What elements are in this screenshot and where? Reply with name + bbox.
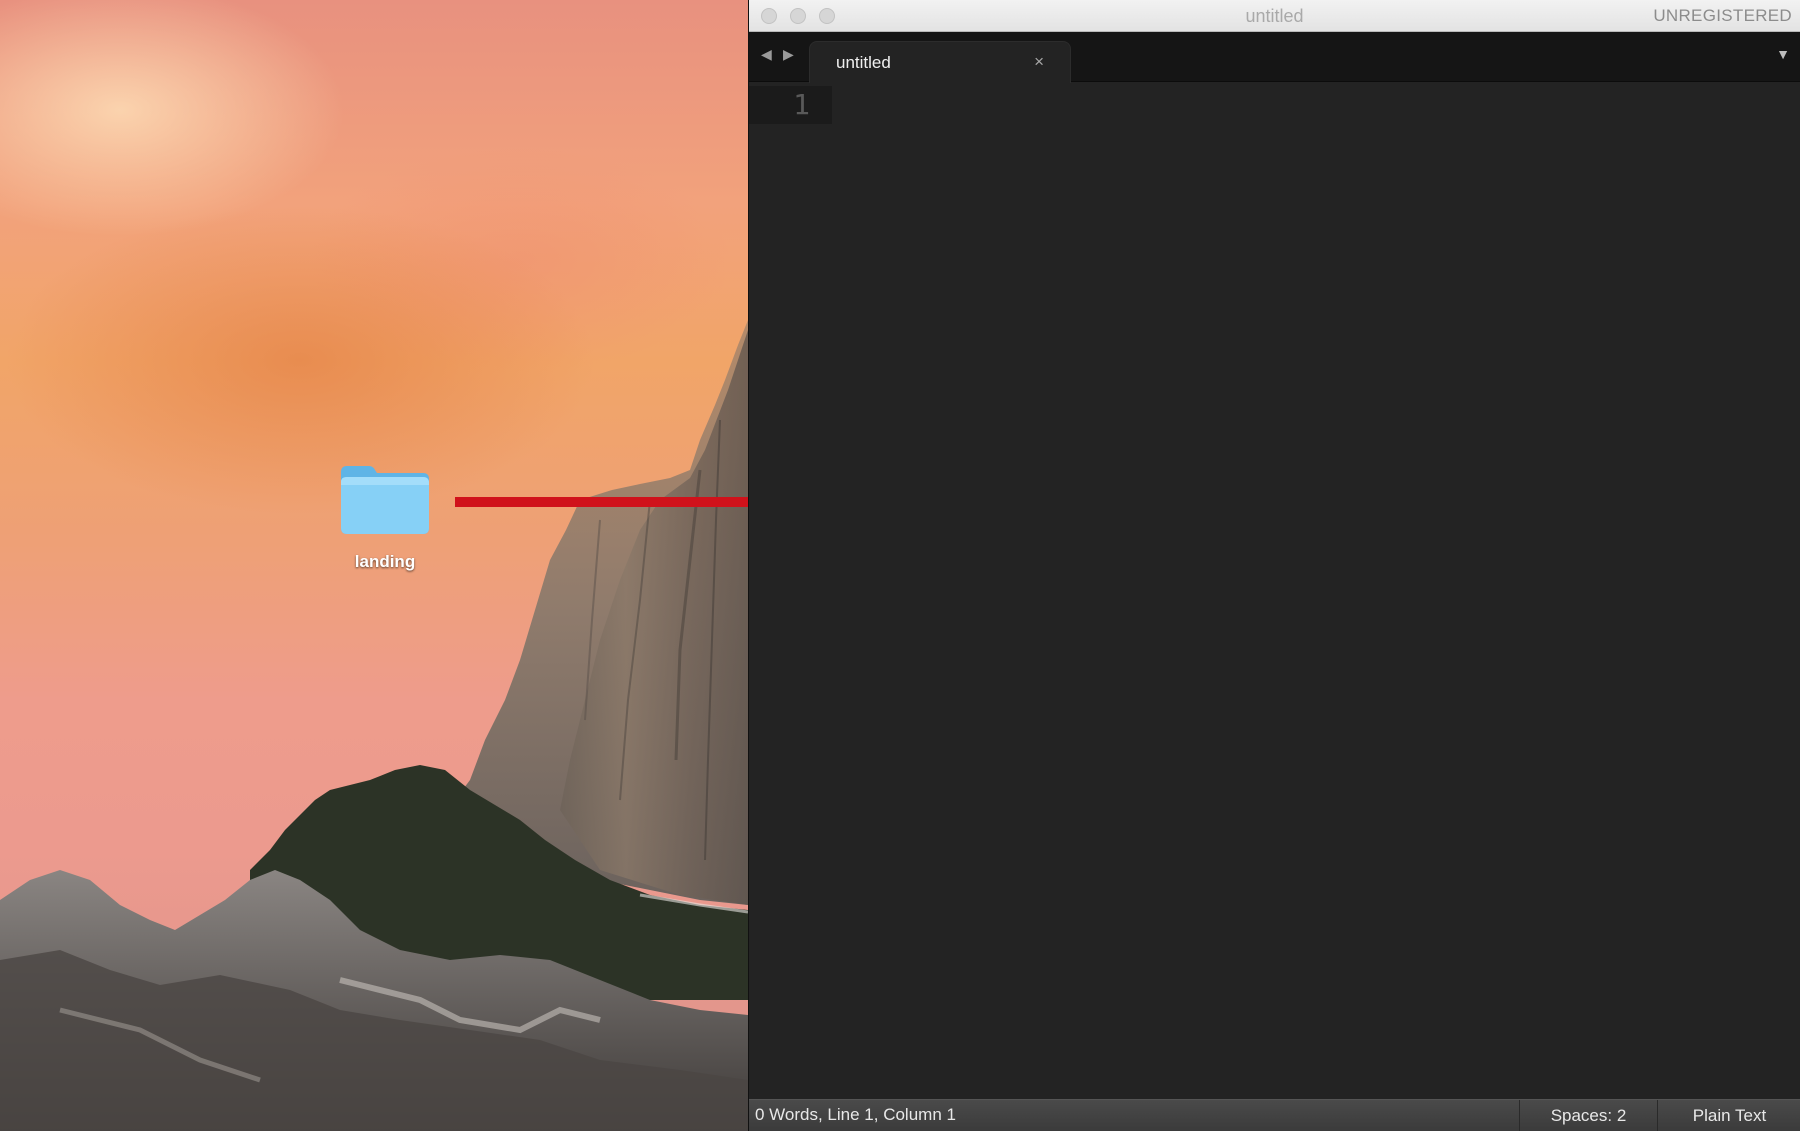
tab-label: untitled: [836, 53, 891, 72]
tab-bar: ◀ ▶ untitled × ▼: [749, 32, 1800, 83]
tab-close-icon[interactable]: ×: [1034, 52, 1044, 72]
window-title: untitled: [1245, 6, 1304, 26]
tab-list-dropdown-icon[interactable]: ▼: [1776, 46, 1790, 62]
status-bar: 0 Words, Line 1, Column 1 Spaces: 2 Plai…: [749, 1099, 1800, 1131]
desktop-wallpaper: landing: [0, 0, 748, 1131]
status-cursor-info: 0 Words, Line 1, Column 1: [755, 1105, 956, 1124]
desktop-folder-landing[interactable]: landing: [330, 462, 440, 572]
tab-untitled[interactable]: untitled ×: [809, 41, 1071, 83]
title-bar[interactable]: untitled UNREGISTERED: [749, 0, 1800, 32]
current-line-gutter: 1: [749, 86, 832, 124]
line-number: 1: [793, 88, 810, 121]
folder-label: landing: [354, 552, 416, 571]
text-input-area[interactable]: [841, 86, 1800, 1099]
previous-tab-arrow-icon[interactable]: ◀: [761, 46, 772, 63]
screen: landing untitled UNREGISTERED ◀ ▶ untitl…: [0, 0, 1800, 1131]
editor-window: untitled UNREGISTERED ◀ ▶ untitled × ▼ 1…: [748, 0, 1800, 1131]
editor-area[interactable]: 1: [749, 83, 1800, 1099]
syntax-selector[interactable]: Plain Text: [1657, 1100, 1800, 1131]
indentation-selector[interactable]: Spaces: 2: [1519, 1100, 1657, 1131]
next-tab-arrow-icon[interactable]: ▶: [783, 46, 794, 63]
folder-icon: [341, 466, 429, 534]
unregistered-label: UNREGISTERED: [1653, 6, 1792, 25]
